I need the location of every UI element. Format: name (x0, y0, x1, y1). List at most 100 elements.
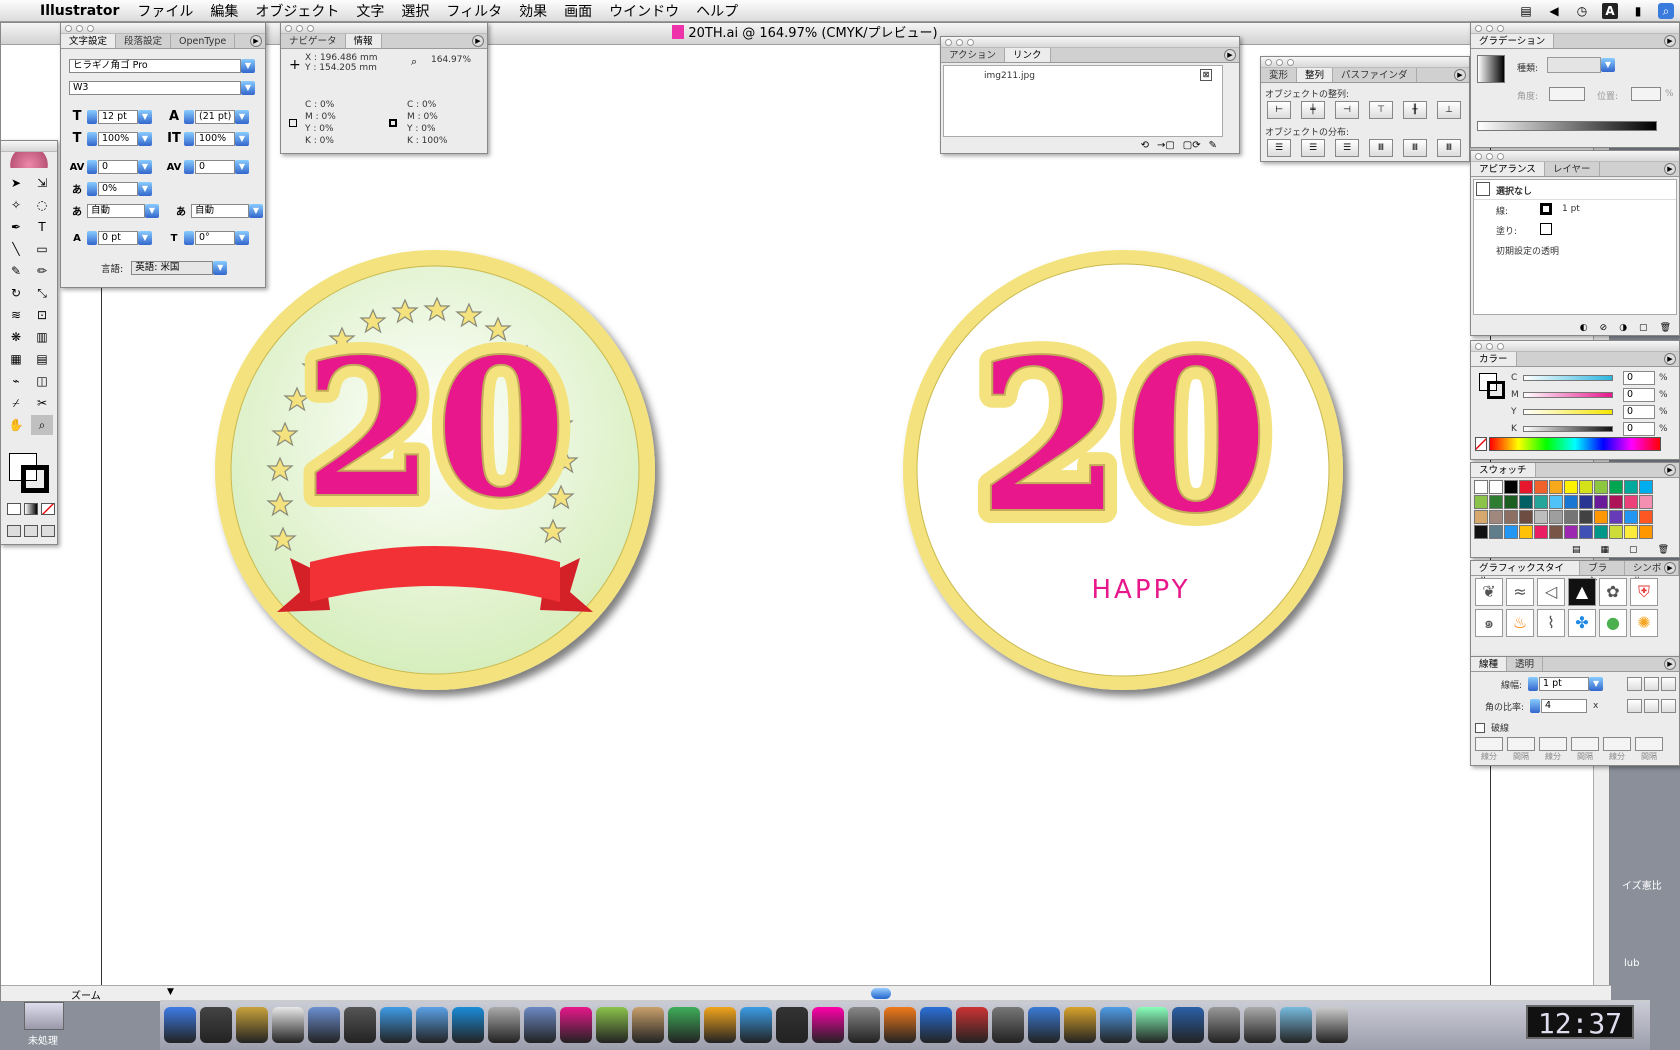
swatch[interactable] (1474, 510, 1488, 524)
dock-app-icon[interactable] (488, 1007, 520, 1043)
aki-before-field[interactable]: 自動 (87, 203, 145, 218)
color-slider-row[interactable]: M 0% (1511, 388, 1668, 402)
dash-gap-field[interactable]: 間隔 (1571, 737, 1599, 762)
font-family-dropdown-icon[interactable]: ▼ (241, 59, 255, 73)
dock-app-icon[interactable] (920, 1007, 952, 1043)
color-slider-row[interactable]: C 0% (1511, 371, 1668, 385)
dashed-checkbox[interactable] (1475, 722, 1485, 733)
dock-app-icon[interactable] (956, 1007, 988, 1043)
new-art-basic-icon[interactable]: ◐ (1580, 323, 1588, 333)
tab-pathfinder[interactable]: パスファインダ (1333, 68, 1417, 82)
gradient-location-field[interactable] (1631, 87, 1661, 101)
palette-menu-icon[interactable]: ▶ (472, 35, 484, 47)
bamboo-icon[interactable]: ⌇ (1537, 609, 1565, 637)
miter-join-button[interactable] (1627, 699, 1642, 713)
gradient-mode-icon[interactable] (24, 503, 38, 515)
swatch[interactable] (1549, 525, 1563, 539)
tab-info[interactable]: 情報 (345, 34, 382, 48)
shield-icon[interactable]: ⛨ (1630, 578, 1658, 606)
swatch[interactable] (1594, 495, 1608, 509)
swatch[interactable] (1534, 480, 1548, 494)
baseline-field[interactable]: 0 pt (98, 231, 138, 245)
font-style-field[interactable]: W3 (69, 81, 241, 95)
list-item[interactable]: img211.jpg ⊠ (944, 66, 1222, 86)
swatch[interactable] (1579, 510, 1593, 524)
none-swatch-icon[interactable] (1475, 437, 1487, 451)
slice-tool-icon[interactable]: ⌿ (5, 393, 27, 413)
swatch[interactable] (1549, 495, 1563, 509)
tab-swatches[interactable]: スウォッチ (1471, 463, 1536, 477)
magic-wand-tool-icon[interactable]: ✧ (5, 195, 27, 215)
color-spectrum[interactable] (1489, 437, 1661, 451)
swatch[interactable] (1534, 525, 1548, 539)
font-size-field[interactable]: 12 pt (98, 109, 138, 124)
font-family-field[interactable]: ヒラギノ角ゴ Pro (69, 59, 241, 73)
dash-gap-field[interactable]: 間隔 (1507, 737, 1535, 762)
tab-appearance[interactable]: アピアランス (1471, 162, 1545, 176)
palette-menu-icon[interactable]: ▶ (1664, 163, 1676, 175)
volume-icon[interactable]: ◀ (1546, 3, 1562, 19)
screen-mode-full-icon[interactable] (41, 525, 55, 537)
tab-color[interactable]: カラー (1471, 352, 1517, 366)
screen-mode-standard-icon[interactable] (7, 525, 21, 537)
swatch[interactable] (1594, 480, 1608, 494)
channel-value-field[interactable]: 0 (1623, 371, 1655, 385)
hand-tool-icon[interactable]: ✋ (5, 415, 27, 435)
scroll-thumb[interactable] (871, 988, 891, 999)
dock-app-icon[interactable] (1028, 1007, 1060, 1043)
splash-icon[interactable]: ✺ (1630, 609, 1658, 637)
swatch[interactable] (1609, 495, 1623, 509)
dock-app-icon[interactable] (1136, 1007, 1168, 1043)
dock-app-icon[interactable] (1316, 1007, 1348, 1043)
reduce-basic-icon[interactable]: ◑ (1619, 323, 1627, 333)
tab-actions[interactable]: アクション (941, 48, 1006, 62)
spotlight-icon[interactable]: ⌕ (1658, 3, 1674, 19)
swatch[interactable] (1519, 525, 1533, 539)
gradient-type-field[interactable] (1547, 57, 1601, 73)
relink-icon[interactable]: ⟲ (1141, 140, 1149, 151)
swatch[interactable] (1519, 495, 1533, 509)
distribute-right-button[interactable]: Ⅲ (1437, 139, 1461, 157)
channel-slider[interactable] (1523, 409, 1613, 415)
screen-mode-menu-icon[interactable] (24, 525, 38, 537)
paintbrush-tool-icon[interactable]: ✎ (5, 261, 27, 281)
swatch[interactable] (1624, 525, 1638, 539)
distribute-bottom-button[interactable]: ☰ (1335, 139, 1359, 157)
selection-tool-icon[interactable]: ➤ (5, 173, 27, 193)
scale-tool-icon[interactable]: ⤡ (31, 283, 53, 303)
aki-after-field[interactable]: 自動 (191, 203, 249, 218)
type-tool-icon[interactable]: T (31, 217, 53, 237)
butt-cap-button[interactable] (1627, 677, 1642, 691)
swatch[interactable] (1504, 495, 1518, 509)
apple-icon[interactable]: ● (1599, 609, 1627, 637)
duplicate-item-icon[interactable]: ▢ (1639, 323, 1648, 333)
channel-value-field[interactable]: 0 (1623, 422, 1655, 436)
tab-graphic-styles[interactable]: グラフィックスタイル (1471, 561, 1581, 587)
swatch[interactable] (1534, 495, 1548, 509)
swatch[interactable] (1639, 510, 1653, 524)
palette-menu-icon[interactable]: ▶ (1664, 658, 1676, 670)
palette-menu-icon[interactable]: ▶ (1664, 35, 1676, 47)
zoom-tool-icon[interactable]: ⌕ (31, 415, 53, 435)
swatch[interactable] (1489, 510, 1503, 524)
free-transform-tool-icon[interactable]: ⊡ (31, 305, 53, 325)
tab-character[interactable]: 文字設定 (61, 34, 117, 48)
desktop-unprocessed-label[interactable]: 未処理 (28, 1032, 58, 1047)
swatch[interactable] (1474, 480, 1488, 494)
swirl-icon[interactable]: ๑ (1475, 609, 1503, 637)
warp-tool-icon[interactable]: ≋ (5, 305, 27, 325)
swatch[interactable] (1489, 480, 1503, 494)
list-item[interactable]: 塗り: (1474, 220, 1676, 240)
menu-file[interactable]: ファイル (137, 1, 193, 21)
flower-icon[interactable]: ✿ (1599, 578, 1627, 606)
color-slider-row[interactable]: K 0% (1511, 422, 1668, 436)
dock-app-icon[interactable] (380, 1007, 412, 1043)
palette-menu-icon[interactable]: ▶ (1664, 353, 1676, 365)
script-menu-icon[interactable]: ▤ (1518, 3, 1534, 19)
bevel-join-button[interactable] (1661, 699, 1676, 713)
tab-navigator[interactable]: ナビゲータ (281, 34, 346, 48)
swatch[interactable] (1639, 495, 1653, 509)
fire-icon[interactable]: ♨ (1506, 609, 1534, 637)
stroke-weight-field[interactable]: 1 pt (1539, 677, 1590, 691)
dock-app-icon[interactable] (704, 1007, 736, 1043)
